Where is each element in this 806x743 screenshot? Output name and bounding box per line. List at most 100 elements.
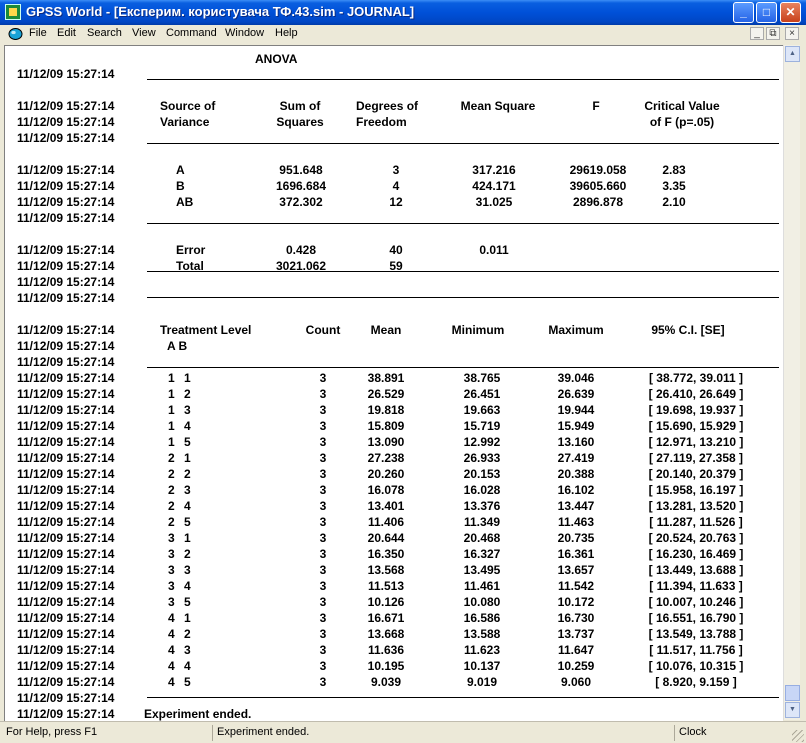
journal-pane[interactable]: ANOVA 11/12/09 15:27:14 11/12/09 15:27:14 1… (4, 45, 783, 721)
journal-timestamp: 11/12/09 15:27:14 (17, 451, 115, 465)
treatment-level-a: 1 (168, 387, 175, 401)
menu-search[interactable]: Search (87, 27, 122, 39)
treatment-confidence-interval: [ 11.287, 11.526 ] (649, 515, 743, 529)
treatment-count: 3 (319, 531, 327, 545)
treatment-level-a: 4 (168, 611, 175, 625)
treatment-confidence-interval: [ 19.698, 19.937 ] (648, 403, 744, 417)
anova-source: AB (176, 195, 194, 209)
header-source: Variance (160, 115, 210, 129)
treatment-level-b: 2 (184, 627, 191, 641)
header-confidence-interval: 95% C.I. [SE] (651, 323, 725, 337)
treatment-maximum: 27.419 (557, 451, 595, 465)
journal-separator (147, 143, 779, 144)
treatment-level-a: 1 (168, 435, 175, 449)
treatment-minimum: 20.468 (463, 531, 501, 545)
menu-file[interactable]: File (29, 27, 47, 39)
anova-critical-value: 2.83 (662, 163, 686, 177)
scroll-up-arrow-icon[interactable]: ▲ (785, 46, 800, 62)
scroll-down-arrow-icon[interactable]: ▼ (785, 702, 800, 718)
menu-bar: File Edit Search View Command Window Hel… (0, 25, 806, 44)
journal-timestamp: 11/12/09 15:27:14 (17, 435, 115, 449)
anova-mean-square: 31.025 (475, 195, 513, 209)
treatment-level-a: 2 (168, 451, 175, 465)
journal-timestamp: 11/12/09 15:27:14 (17, 467, 115, 481)
journal-timestamp: 11/12/09 15:27:14 (17, 275, 115, 289)
journal-timestamp: 11/12/09 15:27:14 (17, 323, 115, 337)
treatment-confidence-interval: [ 10.076, 10.315 ] (648, 659, 744, 673)
treatment-minimum: 12.992 (463, 435, 501, 449)
journal-separator (147, 697, 779, 698)
treatment-count: 3 (319, 595, 327, 609)
treatment-mean: 19.818 (367, 403, 405, 417)
journal-timestamp: 11/12/09 15:27:14 (17, 339, 115, 353)
title-bar[interactable]: GPSS World - [Експерим. користувача ТФ.4… (0, 0, 806, 25)
treatment-level-a: 2 (168, 515, 175, 529)
treatment-maximum: 20.388 (557, 467, 595, 481)
header-sum-squares: Sum of (279, 99, 321, 113)
treatment-minimum: 20.153 (463, 467, 501, 481)
treatment-mean: 11.406 (367, 515, 405, 529)
treatment-maximum: 13.447 (557, 499, 595, 513)
treatment-level-a: 2 (168, 483, 175, 497)
window-title: GPSS World - [Експерим. користувача ТФ.4… (26, 4, 415, 19)
treatment-confidence-interval: [ 11.517, 11.756 ] (649, 643, 743, 657)
mdi-restore-button[interactable]: ⧉ (766, 27, 780, 40)
header-f: F (592, 99, 600, 113)
journal-timestamp: 11/12/09 15:27:14 (17, 179, 115, 193)
treatment-level-a: 4 (168, 643, 175, 657)
minimize-button[interactable]: _ (733, 2, 754, 23)
treatment-maximum: 19.944 (557, 403, 595, 417)
journal-timestamp: 11/12/09 15:27:14 (17, 483, 115, 497)
treatment-maximum: 15.949 (557, 419, 595, 433)
journal-timestamp: 11/12/09 15:27:14 (17, 355, 115, 369)
gpss-app-icon[interactable] (5, 4, 21, 20)
treatment-minimum: 26.933 (463, 451, 501, 465)
anova-mean-square: 424.171 (472, 179, 516, 193)
menu-edit[interactable]: Edit (57, 27, 76, 39)
treatment-confidence-interval: [ 13.549, 13.788 ] (648, 627, 744, 641)
treatment-count: 3 (319, 627, 327, 641)
treatment-level-b: 4 (184, 659, 191, 673)
treatment-level-b: 3 (184, 643, 191, 657)
anova-degrees-freedom: 12 (389, 195, 403, 209)
treatment-mean: 38.891 (367, 371, 405, 385)
journal-doc-icon[interactable] (8, 27, 23, 41)
anova-source: B (176, 179, 185, 193)
treatment-mean: 13.668 (367, 627, 405, 641)
treatment-maximum: 26.639 (557, 387, 595, 401)
treatment-minimum: 16.028 (463, 483, 501, 497)
vertical-scrollbar[interactable]: ▲ ▼ (783, 45, 800, 720)
header-degrees-freedom: Degrees of (356, 99, 419, 113)
treatment-mean: 10.126 (367, 595, 405, 609)
treatment-count: 3 (319, 611, 327, 625)
treatment-confidence-interval: [ 16.230, 16.469 ] (648, 547, 744, 561)
scroll-thumb[interactable] (785, 685, 800, 701)
treatment-mean: 16.350 (367, 547, 405, 561)
status-bar: For Help, press F1 Experiment ended. Clo… (0, 721, 806, 743)
treatment-mean: 15.809 (367, 419, 405, 433)
treatment-level-a: 3 (168, 579, 175, 593)
treatment-mean: 13.568 (367, 563, 405, 577)
treatment-mean: 10.195 (367, 659, 405, 673)
close-button[interactable]: ✕ (780, 2, 801, 23)
treatment-maximum: 11.463 (557, 515, 595, 529)
journal-separator (147, 271, 779, 272)
menu-view[interactable]: View (132, 27, 156, 39)
treatment-maximum: 16.361 (557, 547, 595, 561)
anova-sum-squares: 1696.684 (275, 179, 327, 193)
treatment-maximum: 20.735 (557, 531, 595, 545)
anova-source: A (176, 163, 185, 177)
header-maximum: Maximum (548, 323, 604, 337)
mdi-minimize-button[interactable]: _ (750, 27, 764, 40)
journal-separator (147, 367, 779, 368)
resize-grip-icon[interactable] (792, 730, 804, 742)
treatment-confidence-interval: [ 12.971, 13.210 ] (648, 435, 744, 449)
menu-command[interactable]: Command (166, 27, 217, 39)
treatment-level-b: 5 (184, 675, 191, 689)
journal-timestamp: 11/12/09 15:27:14 (17, 371, 115, 385)
treatment-count: 3 (319, 499, 327, 513)
menu-help[interactable]: Help (275, 27, 298, 39)
maximize-button[interactable]: □ (756, 2, 777, 23)
mdi-close-button[interactable]: × (785, 27, 799, 40)
menu-window[interactable]: Window (225, 27, 264, 39)
